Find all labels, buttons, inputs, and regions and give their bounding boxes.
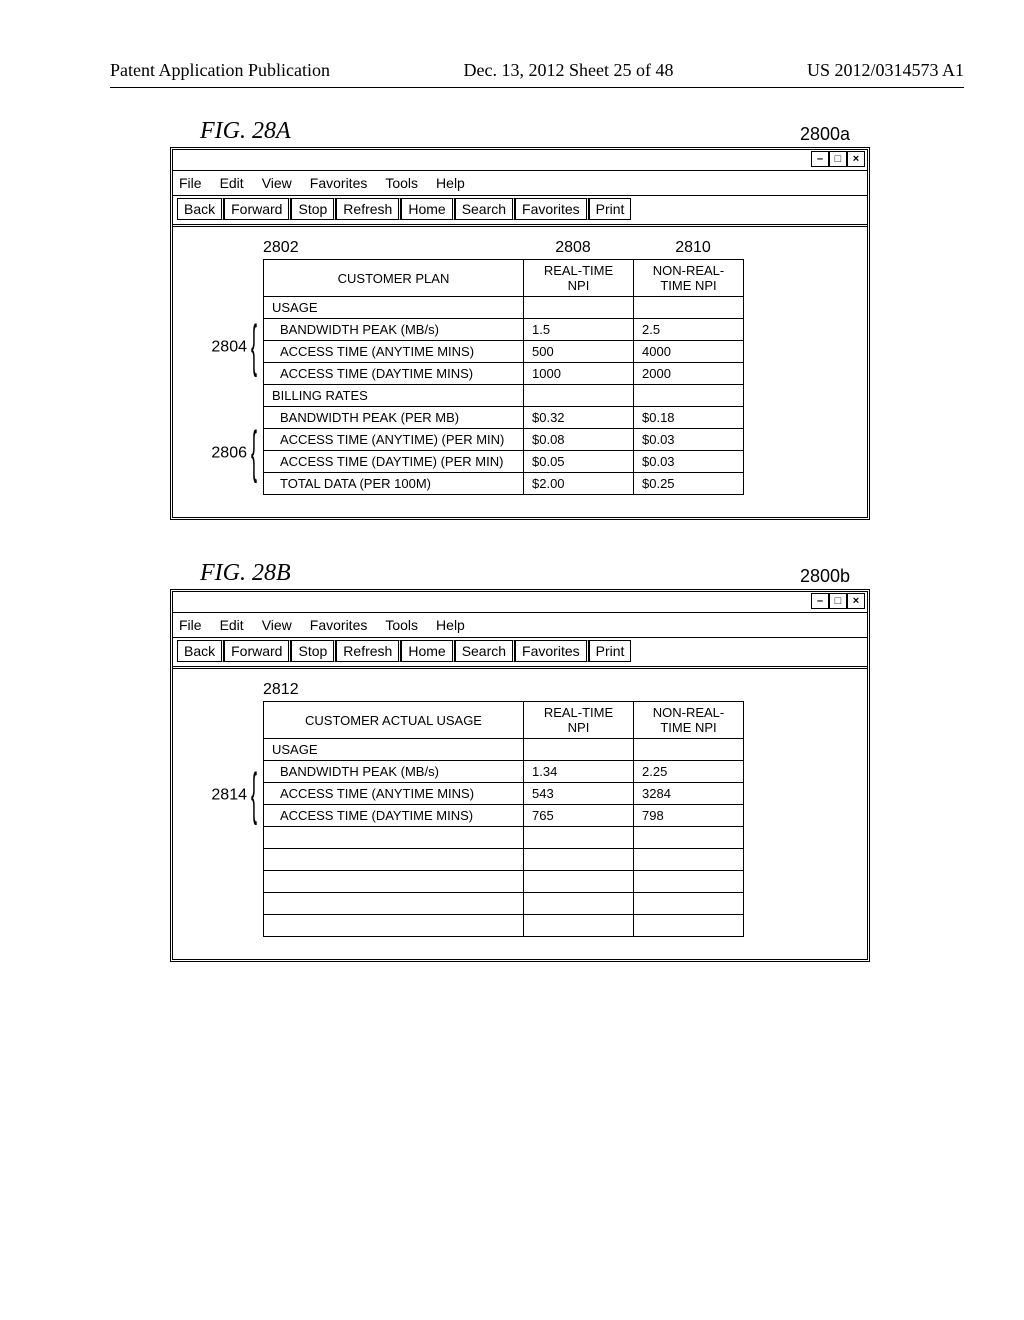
menu-edit[interactable]: Edit: [220, 175, 244, 191]
table-row: [264, 915, 744, 937]
figure-28b: FIG. 28B 2800b – □ × File Edit View Favo…: [170, 560, 870, 962]
minimize-icon[interactable]: –: [811, 151, 829, 167]
table-row: ACCESS TIME (ANYTIME MINS)5433284: [264, 783, 744, 805]
menu-file[interactable]: File: [179, 175, 202, 191]
menu-favorites[interactable]: Favorites: [310, 175, 368, 191]
toolbar: Back Forward Stop Refresh Home Search Fa…: [173, 195, 867, 224]
callout-2812: 2812: [233, 681, 513, 699]
callout-2804: 2804: [197, 337, 257, 358]
menubar: File Edit View Favorites Tools Help: [173, 613, 867, 637]
close-icon[interactable]: ×: [847, 593, 865, 609]
col-rt: REAL-TIME NPI: [524, 702, 634, 739]
header-left: Patent Application Publication: [110, 60, 330, 81]
menu-tools[interactable]: Tools: [385, 175, 418, 191]
refresh-button[interactable]: Refresh: [336, 198, 401, 220]
customer-actual-usage-table: CUSTOMER ACTUAL USAGE REAL-TIME NPI NON-…: [263, 701, 744, 937]
callout-2802: 2802: [233, 239, 513, 257]
header-right: US 2012/0314573 A1: [807, 60, 964, 81]
section-usage: USAGE: [264, 297, 524, 319]
favorites-button[interactable]: Favorites: [515, 640, 589, 662]
table-row: [264, 871, 744, 893]
table-row: BANDWIDTH PEAK (MB/s)1.52.5: [264, 319, 744, 341]
table-row: [264, 849, 744, 871]
maximize-icon[interactable]: □: [829, 151, 847, 167]
minimize-icon[interactable]: –: [811, 593, 829, 609]
table-row: ACCESS TIME (DAYTIME MINS)765798: [264, 805, 744, 827]
home-button[interactable]: Home: [401, 198, 454, 220]
print-button[interactable]: Print: [589, 640, 632, 662]
menu-file[interactable]: File: [179, 617, 202, 633]
toolbar: Back Forward Stop Refresh Home Search Fa…: [173, 637, 867, 666]
close-icon[interactable]: ×: [847, 151, 865, 167]
col-plan: CUSTOMER ACTUAL USAGE: [264, 702, 524, 739]
menu-tools[interactable]: Tools: [385, 617, 418, 633]
header-center: Dec. 13, 2012 Sheet 25 of 48: [463, 60, 673, 81]
menu-help[interactable]: Help: [436, 617, 465, 633]
menu-help[interactable]: Help: [436, 175, 465, 191]
back-button[interactable]: Back: [177, 198, 224, 220]
section-usage: USAGE: [264, 739, 524, 761]
figure-label-a: FIG. 28A: [170, 118, 291, 145]
browser-window-a: – □ × File Edit View Favorites Tools Hel…: [170, 147, 870, 520]
callout-2810: 2810: [633, 239, 753, 257]
menu-view[interactable]: View: [262, 175, 292, 191]
col-nrt: NON-REAL-TIME NPI: [634, 702, 744, 739]
table-row: ACCESS TIME (DAYTIME MINS)10002000: [264, 363, 744, 385]
stop-button[interactable]: Stop: [291, 198, 336, 220]
menu-favorites[interactable]: Favorites: [310, 617, 368, 633]
page-header: Patent Application Publication Dec. 13, …: [110, 60, 964, 88]
table-row: [264, 827, 744, 849]
customer-plan-table: CUSTOMER PLAN REAL-TIME NPI NON-REAL-TIM…: [263, 259, 744, 495]
table-row: BANDWIDTH PEAK (PER MB)$0.32$0.18: [264, 407, 744, 429]
figure-refnum-b: 2800b: [800, 566, 870, 587]
titlebar: – □ ×: [173, 150, 867, 171]
section-billing: BILLING RATES: [264, 385, 524, 407]
search-button[interactable]: Search: [455, 640, 515, 662]
menu-edit[interactable]: Edit: [220, 617, 244, 633]
content-pane-b: 2812 2814 CUSTOMER ACTUAL USAGE REAL-TIM…: [173, 666, 867, 959]
menu-view[interactable]: View: [262, 617, 292, 633]
table-row: BANDWIDTH PEAK (MB/s)1.342.25: [264, 761, 744, 783]
favorites-button[interactable]: Favorites: [515, 198, 589, 220]
refresh-button[interactable]: Refresh: [336, 640, 401, 662]
maximize-icon[interactable]: □: [829, 593, 847, 609]
table-row: ACCESS TIME (ANYTIME MINS)5004000: [264, 341, 744, 363]
table-row: ACCESS TIME (ANYTIME) (PER MIN)$0.08$0.0…: [264, 429, 744, 451]
titlebar: – □ ×: [173, 592, 867, 613]
figure-28a: FIG. 28A 2800a – □ × File Edit View Favo…: [170, 118, 870, 520]
table-row: ACCESS TIME (DAYTIME) (PER MIN)$0.05$0.0…: [264, 451, 744, 473]
content-pane-a: 2802 2808 2810 2804 2806 CUSTOMER PLAN R…: [173, 224, 867, 517]
forward-button[interactable]: Forward: [224, 198, 291, 220]
forward-button[interactable]: Forward: [224, 640, 291, 662]
callout-2814: 2814: [197, 785, 257, 806]
callout-2806: 2806: [197, 443, 257, 464]
col-nrt: NON-REAL-TIME NPI: [634, 260, 744, 297]
back-button[interactable]: Back: [177, 640, 224, 662]
col-plan: CUSTOMER PLAN: [264, 260, 524, 297]
menubar: File Edit View Favorites Tools Help: [173, 171, 867, 195]
search-button[interactable]: Search: [455, 198, 515, 220]
table-row: [264, 893, 744, 915]
browser-window-b: – □ × File Edit View Favorites Tools Hel…: [170, 589, 870, 962]
home-button[interactable]: Home: [401, 640, 454, 662]
table-row: TOTAL DATA (PER 100M)$2.00$0.25: [264, 473, 744, 495]
col-rt: REAL-TIME NPI: [524, 260, 634, 297]
callout-2808: 2808: [513, 239, 633, 257]
print-button[interactable]: Print: [589, 198, 632, 220]
stop-button[interactable]: Stop: [291, 640, 336, 662]
figure-refnum-a: 2800a: [800, 124, 870, 145]
figure-label-b: FIG. 28B: [170, 560, 291, 587]
